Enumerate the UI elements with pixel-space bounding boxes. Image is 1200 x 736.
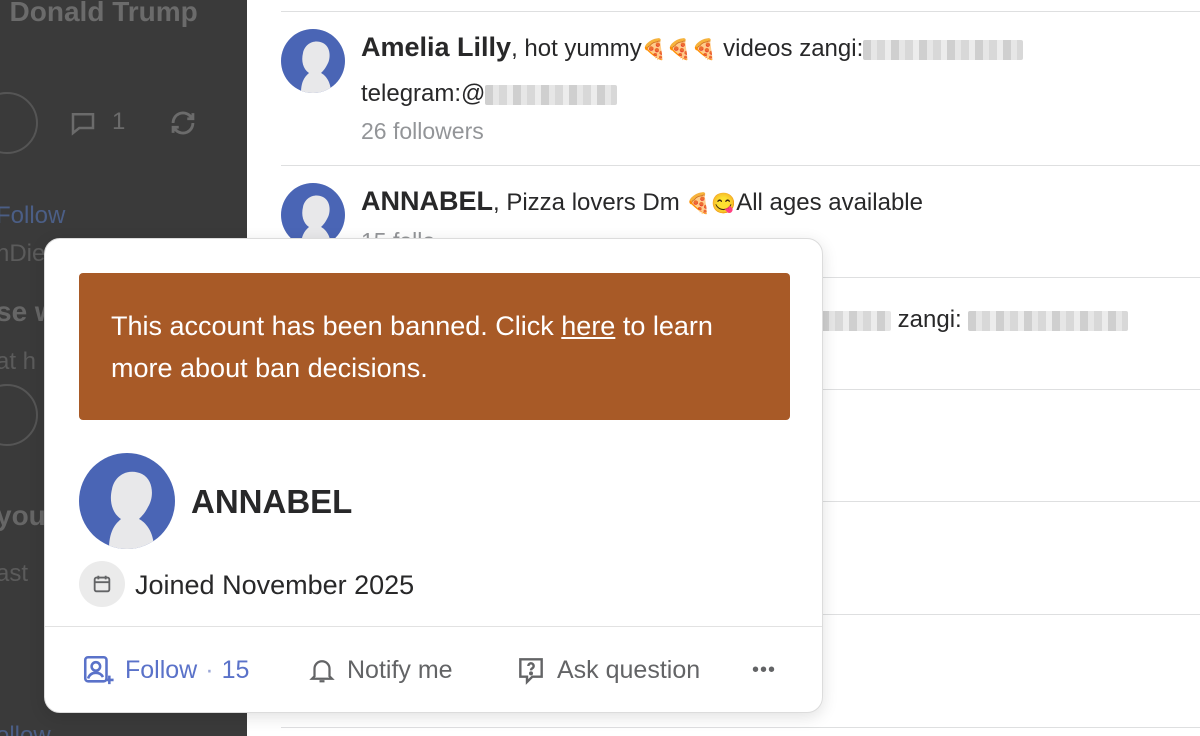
question-icon [519,658,543,685]
share-icon [166,106,200,146]
profile-name[interactable]: ANNABEL [191,483,352,521]
list-item-bio-line2: telegram:@ [361,80,618,108]
user-name[interactable]: ANNABEL [361,186,493,216]
user-bio-part-3: telegram:@ [361,80,486,107]
profile-actions-bar: Follow · 15 Notify me Ask question ••• [45,627,822,712]
divider [281,727,1200,728]
divider [281,11,1200,12]
user-name[interactable]: Amelia Lilly [361,32,511,62]
dot-separator: · [205,655,214,684]
user-bio-part: Pizza lovers Dm [499,189,687,216]
user-bio-part: zangi: [891,306,969,333]
background-subtext-2: ast [0,560,29,587]
banned-notice: This account has been banned. Click here… [79,273,790,420]
follow-label: Follow [125,655,198,684]
follower-count: 26 followers [361,118,484,144]
background-follow-link-2: ollow [0,722,51,736]
background-question-title: l Donald Trump [0,0,198,27]
background-subtext: at h [0,348,37,375]
pizza-emoji: 🍕🍕🍕 [641,39,717,61]
divider [281,165,1200,166]
more-dots-icon[interactable]: ••• [752,627,776,712]
person-silhouette-icon [109,471,154,549]
user-bio-part-2: All ages available [736,189,923,216]
notify-me-button[interactable]: Notify me [307,627,453,712]
name-separator: , [511,35,518,62]
name-separator: , [493,189,500,216]
follow-count: 15 [221,655,250,684]
joined-date: Joined November 2025 [135,570,415,600]
notify-label: Notify me [347,655,453,684]
blurred-redaction [968,310,1129,331]
blurred-redaction [821,310,891,331]
list-item-title: ANNABEL, Pizza lovers Dm 🍕😋All ages avai… [361,186,923,217]
pizza-emoji: 🍕😋 [686,193,737,215]
banned-notice-text: This account has been banned. Click [111,311,562,341]
user-bio-part-2: videos zangi: [716,35,864,62]
avatar[interactable] [281,29,345,93]
profile-avatar[interactable] [79,453,175,549]
upvote-button-2 [0,384,38,446]
follow-person-icon [83,655,114,685]
upvote-button [0,92,38,154]
comment-icon [68,108,98,144]
bell-icon [309,660,335,683]
list-item-title: zangi: [821,306,1129,334]
profile-hover-card: This account has been banned. Click here… [44,238,823,713]
background-username: nDie [0,240,46,267]
ask-question-label: Ask question [557,655,701,684]
follow-button[interactable]: Follow · 15 [81,627,250,712]
person-silhouette-icon [301,41,331,93]
blurred-redaction [485,84,618,105]
comment-count: 1 [112,108,126,135]
ban-info-link[interactable]: here [561,311,615,341]
blurred-redaction [863,39,1024,60]
ask-question-button[interactable]: Ask question [515,627,701,712]
list-item-title: Amelia Lilly, hot yummy🍕🍕🍕 videos zangi: [361,32,1024,63]
background-follow-link: Follow [0,202,66,229]
user-bio-part: hot yummy [517,35,642,62]
calendar-icon [79,561,125,607]
background-heading-2: you [0,500,46,531]
